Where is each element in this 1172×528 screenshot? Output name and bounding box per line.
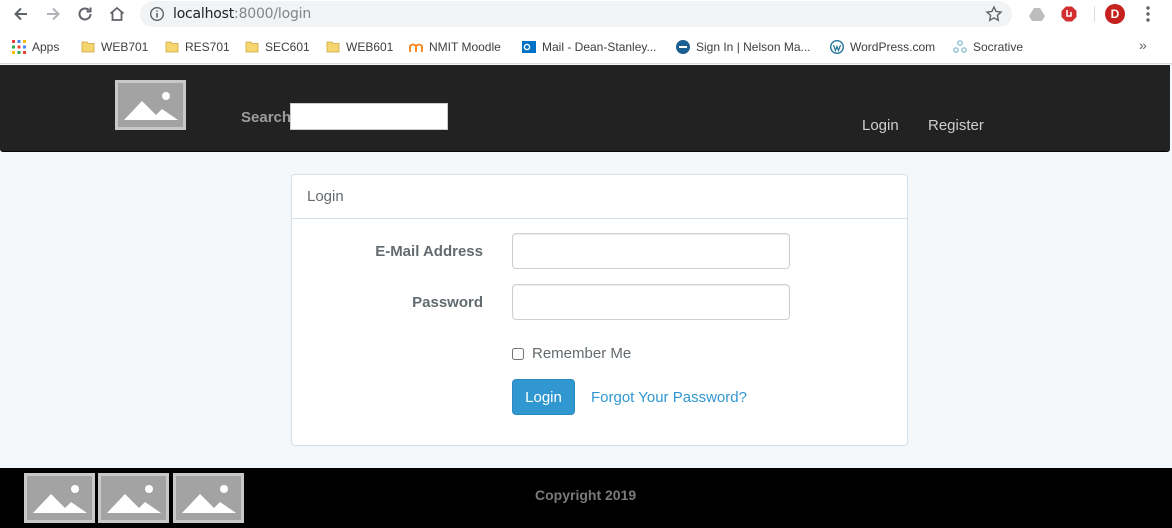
toolbar-divider <box>1094 6 1095 22</box>
folder-icon <box>245 40 259 54</box>
search-input[interactable] <box>290 103 448 130</box>
search-label: Search <box>241 109 292 126</box>
password-field[interactable] <box>512 284 790 320</box>
bookmark-label: Sign In | Nelson Ma... <box>696 40 811 54</box>
home-button[interactable] <box>106 4 128 24</box>
image-placeholder-icon <box>122 88 179 122</box>
bookmarks-bar: Apps WEB701 RES701 SEC601 WEB601 NMIT Mo… <box>0 29 1172 64</box>
arrow-right-icon <box>47 7 60 21</box>
bookmark-socrative[interactable]: Socrative <box>953 38 1023 56</box>
bookmark-label: WEB601 <box>346 40 394 54</box>
card-title: Login <box>292 175 907 219</box>
email-label: E-Mail Address <box>375 243 483 260</box>
info-icon[interactable] <box>149 6 165 22</box>
bookmarks-overflow-button[interactable]: » <box>1139 37 1147 53</box>
bookmark-star-icon[interactable] <box>984 4 1004 24</box>
footer-image-2 <box>98 473 169 523</box>
address-bar[interactable]: localhost:8000/login <box>140 1 1012 27</box>
outlook-icon <box>522 40 536 54</box>
browser-toolbar: localhost:8000/login D <box>0 0 1172 29</box>
footer-image-1 <box>24 473 95 523</box>
bookmark-nmit-moodle[interactable]: NMIT Moodle <box>409 38 501 56</box>
nav-login-link[interactable]: Login <box>862 117 899 134</box>
bookmark-res701[interactable]: RES701 <box>165 38 230 56</box>
login-submit-button[interactable]: Login <box>512 379 575 415</box>
apps-grid-icon <box>12 40 26 54</box>
wordpress-icon <box>830 40 844 54</box>
folder-icon <box>326 40 340 54</box>
url-host: localhost <box>173 6 235 22</box>
reload-icon <box>78 7 92 21</box>
remember-me-checkbox[interactable] <box>512 347 524 360</box>
image-placeholder-icon <box>33 485 87 513</box>
bookmark-label: Mail - Dean-Stanley... <box>542 40 657 54</box>
more-menu-icon[interactable] <box>1140 4 1156 24</box>
reload-button[interactable] <box>74 4 96 24</box>
profile-avatar[interactable]: D <box>1105 4 1125 24</box>
site-icon <box>676 40 690 54</box>
adblock-extension-icon[interactable] <box>1059 4 1079 24</box>
socrative-icon <box>953 40 967 54</box>
remember-me-label[interactable]: Remember Me <box>532 345 631 362</box>
url-text: localhost:8000/login <box>173 6 311 22</box>
moodle-icon <box>409 40 423 54</box>
bookmark-sign-in[interactable]: Sign In | Nelson Ma... <box>676 38 811 56</box>
forward-button[interactable] <box>42 4 64 24</box>
forgot-password-link[interactable]: Forgot Your Password? <box>591 389 747 406</box>
bookmark-label: RES701 <box>185 40 230 54</box>
image-placeholder-icon <box>107 485 161 513</box>
site-footer: Copyright 2019 <box>0 468 1172 528</box>
app-navbar: Search Login Register <box>0 65 1170 152</box>
site-logo[interactable] <box>115 80 186 130</box>
copyright-text: Copyright 2019 <box>535 487 637 503</box>
email-field[interactable] <box>512 233 790 269</box>
remember-me: Remember Me <box>512 345 631 362</box>
bookmark-apps[interactable]: Apps <box>12 38 59 56</box>
bookmark-wordpress[interactable]: WordPress.com <box>830 38 935 56</box>
bookmark-label: WordPress.com <box>850 40 936 54</box>
folder-icon <box>81 40 95 54</box>
password-label: Password <box>412 294 483 311</box>
bookmark-web601[interactable]: WEB601 <box>326 38 393 56</box>
login-card: Login E-Mail Address Password Remember M… <box>291 174 908 446</box>
back-button[interactable] <box>10 4 32 24</box>
bookmark-label: Apps <box>32 40 60 54</box>
image-placeholder-icon <box>182 485 236 513</box>
nav-register-link[interactable]: Register <box>928 117 984 134</box>
footer-image-3 <box>173 473 244 523</box>
bookmark-label: NMIT Moodle <box>429 40 501 54</box>
arrow-left-icon <box>14 7 27 21</box>
drive-extension-icon[interactable] <box>1027 4 1047 24</box>
bookmark-sec601[interactable]: SEC601 <box>245 38 310 56</box>
url-path: :8000/login <box>234 6 312 22</box>
bookmark-label: SEC601 <box>265 40 310 54</box>
bookmark-label: Socrative <box>973 40 1024 54</box>
bookmark-web701[interactable]: WEB701 <box>81 38 148 56</box>
bookmark-label: WEB701 <box>101 40 149 54</box>
home-icon <box>109 6 125 21</box>
folder-icon <box>165 40 179 54</box>
bookmark-mail[interactable]: Mail - Dean-Stanley... <box>522 38 657 56</box>
